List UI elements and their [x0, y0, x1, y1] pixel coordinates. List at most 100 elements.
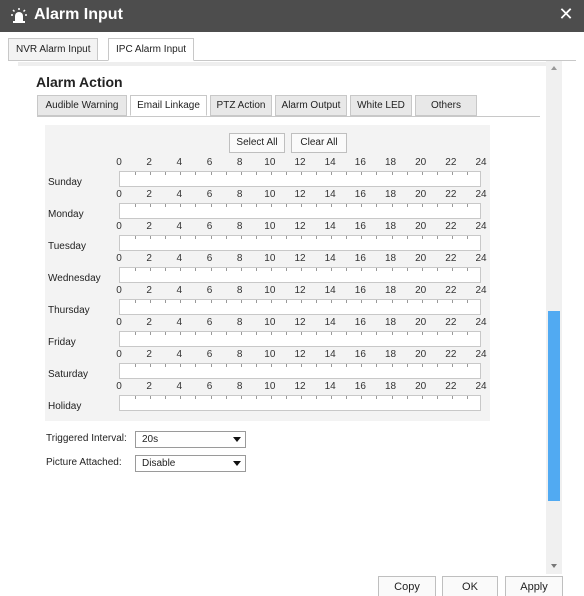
hour-tick-label: 22 — [445, 221, 457, 232]
inner-tab-divider — [37, 116, 540, 117]
hour-tick-label: 10 — [264, 381, 276, 392]
hour-tick-mark — [225, 172, 227, 175]
apply-button[interactable]: Apply — [505, 576, 563, 596]
tab-ptz-action[interactable]: PTZ Action — [210, 95, 272, 116]
schedule-bar-holiday[interactable] — [119, 395, 481, 411]
hour-tick-mark — [346, 172, 348, 175]
hour-tick-label: 14 — [324, 221, 336, 232]
picture-attached-select[interactable]: Disable — [135, 455, 246, 472]
hour-tick-mark — [391, 204, 393, 207]
hour-tick-mark — [406, 396, 408, 399]
clear-all-button[interactable]: Clear All — [291, 133, 347, 153]
hour-tick-label: 2 — [146, 317, 152, 328]
tab-audible-warning[interactable]: Audible Warning — [37, 95, 127, 116]
hour-tick-label: 4 — [176, 381, 183, 392]
hour-tick-label: 22 — [445, 381, 457, 392]
schedule-bar-tuesday[interactable] — [119, 235, 481, 251]
tab-alarm-output[interactable]: Alarm Output — [275, 95, 347, 116]
hour-tick-mark — [436, 172, 438, 175]
hour-tick-label: 18 — [384, 189, 397, 200]
schedule-bar-monday[interactable] — [119, 203, 481, 219]
tab-nvr-alarm-input[interactable]: NVR Alarm Input — [8, 38, 99, 61]
schedule-bar-sunday[interactable] — [119, 171, 481, 187]
hour-tick-mark — [466, 332, 468, 335]
hour-tick-mark — [195, 332, 197, 335]
tab-others[interactable]: Others — [415, 95, 477, 116]
hour-tick-mark — [210, 236, 212, 239]
hour-tick-label: 0 — [116, 317, 122, 328]
hour-tick-mark — [150, 236, 152, 239]
hour-tick-mark — [180, 332, 182, 335]
hour-tick-mark — [376, 396, 378, 399]
copy-button[interactable]: Copy — [378, 576, 436, 596]
hour-tick-label: 14 — [324, 317, 336, 328]
hour-tick-mark — [466, 268, 468, 271]
hour-tick-mark — [195, 364, 197, 367]
vertical-scrollbar[interactable] — [546, 61, 562, 574]
scroll-thumb[interactable] — [548, 311, 560, 501]
hour-tick-mark — [316, 332, 318, 335]
hour-tick-mark — [301, 332, 302, 335]
hour-tick-label: 0 — [116, 381, 122, 392]
hour-tick-mark — [331, 268, 333, 271]
schedule-bar-friday[interactable] — [119, 331, 481, 347]
tab-ipc-alarm-input[interactable]: IPC Alarm Input — [108, 38, 195, 61]
tab-email-linkage[interactable]: Email Linkage — [130, 95, 207, 116]
hour-tick-mark — [421, 172, 423, 175]
hour-tick-mark — [316, 396, 318, 399]
hour-tick-mark — [376, 172, 378, 175]
schedule-bar-wednesday[interactable] — [119, 267, 481, 283]
hour-tick-mark — [406, 332, 408, 335]
select-all-button[interactable]: Select All — [229, 133, 285, 153]
hour-tick-mark — [436, 236, 438, 239]
hour-tick-label: 20 — [415, 349, 427, 360]
tab-white-led[interactable]: White LED — [350, 95, 412, 116]
scroll-up-button[interactable] — [546, 63, 562, 75]
hour-tick-mark — [165, 268, 167, 271]
hour-tick-mark — [346, 300, 348, 303]
hour-tick-mark — [316, 172, 318, 175]
hour-tick-label: 8 — [236, 157, 243, 168]
hour-tick-mark — [331, 364, 333, 367]
hour-tick-mark — [301, 268, 302, 271]
hour-tick-mark — [301, 364, 302, 367]
ok-button[interactable]: OK — [442, 576, 498, 596]
hour-tick-mark — [421, 268, 423, 271]
close-icon[interactable]: ✕ — [556, 4, 576, 26]
hour-tick-label: 4 — [176, 317, 183, 328]
hour-tick-mark — [285, 364, 287, 367]
hour-tick-label: 18 — [384, 381, 397, 392]
hour-tick-mark — [361, 172, 363, 175]
hour-tick-label: 24 — [475, 317, 487, 328]
hour-tick-label: 0 — [116, 221, 122, 232]
hour-tick-label: 18 — [384, 285, 397, 296]
hour-tick-mark — [376, 204, 378, 207]
hour-tick-label: 4 — [176, 221, 183, 232]
triggered-interval-select[interactable]: 20s — [135, 431, 246, 448]
hour-tick-mark — [255, 236, 257, 239]
schedule-bar-thursday[interactable] — [119, 299, 481, 315]
hour-tick-mark — [406, 172, 408, 175]
hour-tick-mark — [225, 364, 227, 367]
hour-tick-label: 4 — [176, 253, 183, 264]
hour-tick-label: 6 — [206, 285, 213, 296]
hour-tick-label: 2 — [146, 253, 152, 264]
hour-tick-label: 12 — [294, 253, 306, 264]
hour-tick-mark — [150, 364, 152, 367]
day-label-thursday: Thursday — [48, 305, 90, 316]
hour-tick-mark — [210, 300, 212, 303]
hour-tick-mark — [316, 204, 318, 207]
hour-tick-mark — [240, 396, 242, 399]
day-label-sunday: Sunday — [48, 177, 82, 188]
hour-tick-mark — [451, 300, 453, 303]
schedule-bar-saturday[interactable] — [119, 363, 481, 379]
hour-tick-mark — [316, 236, 318, 239]
scroll-down-button[interactable] — [546, 560, 562, 572]
hour-tick-label: 16 — [354, 189, 366, 200]
hour-tick-mark — [165, 204, 167, 207]
hour-tick-mark — [195, 204, 197, 207]
content-top-strip — [18, 62, 546, 66]
hour-tick-label: 12 — [294, 349, 306, 360]
hour-tick-mark — [240, 172, 242, 175]
hour-tick-mark — [150, 172, 152, 175]
